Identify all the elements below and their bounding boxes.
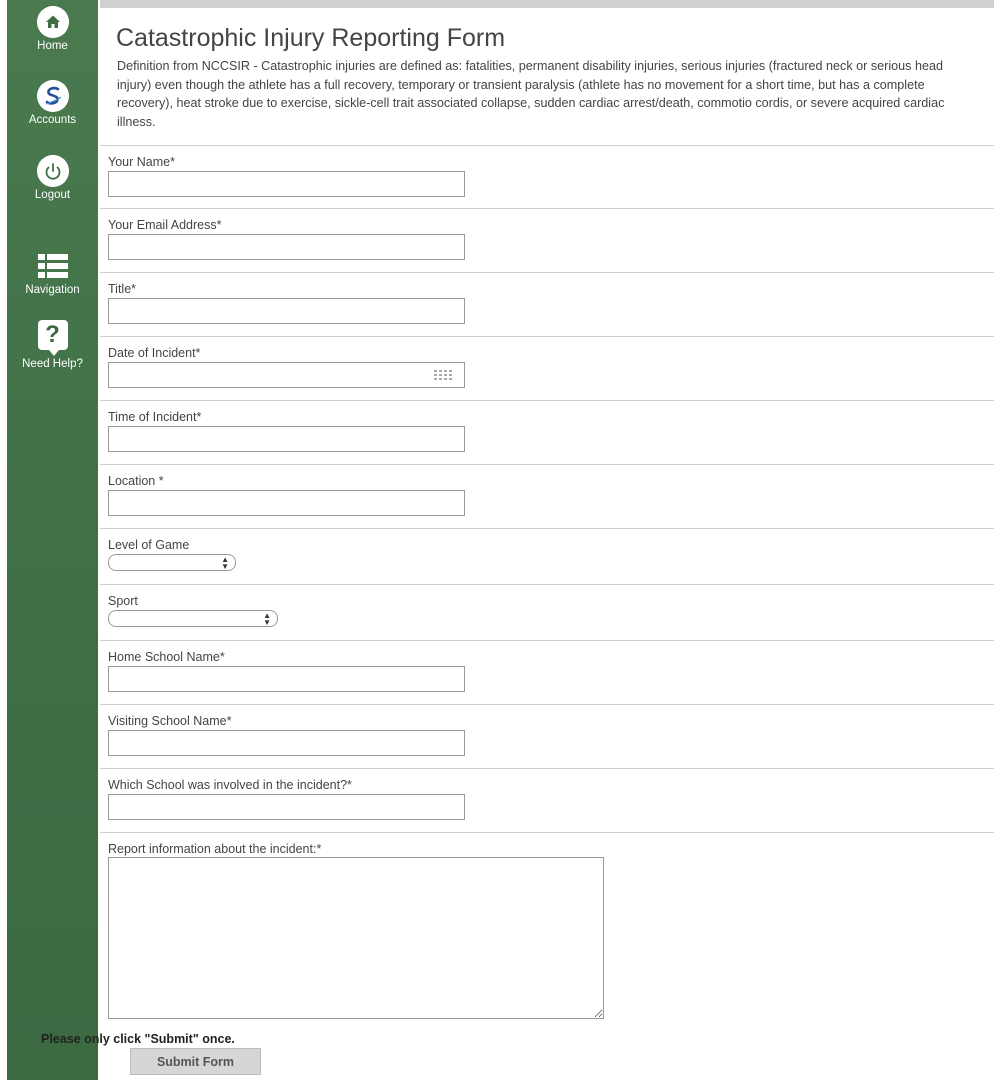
field-level-of-game: Level of Game ▲ ▼ [100, 528, 994, 584]
field-label: Sport [108, 594, 138, 608]
submit-button[interactable]: Submit Form [130, 1048, 261, 1075]
sidebar-item-label: Navigation [25, 284, 80, 296]
field-label: Your Name* [108, 155, 175, 169]
involved-school-input[interactable] [108, 794, 465, 820]
field-label: Date of Incident* [108, 346, 201, 360]
sidebar-item-label: Accounts [28, 114, 77, 126]
time-input[interactable] [108, 426, 465, 452]
field-report: Report information about the incident:* [100, 832, 994, 1032]
level-of-game-select[interactable]: ▲ ▼ [108, 554, 236, 571]
accounts-logo-icon [36, 80, 69, 112]
field-date: Date of Incident* [100, 336, 994, 400]
power-icon [36, 155, 69, 187]
sport-select[interactable]: ▲ ▼ [108, 610, 278, 627]
sidebar-item-home[interactable]: Home [7, 6, 98, 52]
field-label: Home School Name* [108, 650, 225, 664]
field-label: Visiting School Name* [108, 714, 232, 728]
field-visiting-school: Visiting School Name* [100, 704, 994, 768]
page-title: Catastrophic Injury Reporting Form [116, 24, 506, 52]
list-icon [37, 254, 68, 278]
field-home-school: Home School Name* [100, 640, 994, 704]
field-involved-school: Which School was involved in the inciden… [100, 768, 994, 832]
your-name-input[interactable] [108, 171, 465, 197]
help-icon: ? [37, 320, 68, 356]
calendar-icon[interactable] [433, 370, 455, 382]
sidebar-item-need-help[interactable]: ? Need Help? [7, 320, 98, 370]
title-input[interactable] [108, 298, 465, 324]
field-your-name: Your Name* [100, 145, 994, 208]
field-title: Title* [100, 272, 994, 336]
date-input[interactable] [108, 362, 465, 388]
field-email: Your Email Address* [100, 208, 994, 272]
submit-note: Please only click "Submit" once. [41, 1032, 235, 1046]
select-arrows-icon: ▲ ▼ [221, 555, 229, 571]
visiting-school-input[interactable] [108, 730, 465, 756]
field-label: Location * [108, 474, 164, 488]
field-label: Level of Game [108, 538, 190, 552]
sidebar-item-accounts[interactable]: Accounts [7, 80, 98, 126]
home-icon [36, 6, 69, 38]
field-label: Time of Incident* [108, 410, 202, 424]
field-location: Location * [100, 464, 994, 528]
sidebar-item-logout[interactable]: Logout [7, 155, 98, 201]
sidebar-item-label: Home [37, 40, 68, 52]
sidebar-item-label: Logout [34, 189, 71, 201]
field-label: Your Email Address* [108, 218, 222, 232]
email-input[interactable] [108, 234, 465, 260]
field-sport: Sport ▲ ▼ [100, 584, 994, 640]
definition-text: Definition from NCCSIR - Catastrophic in… [117, 59, 945, 129]
field-label: Which School was involved in the inciden… [108, 778, 352, 792]
location-input[interactable] [108, 490, 465, 516]
select-arrows-icon: ▲ ▼ [263, 611, 271, 627]
sidebar-item-label: Need Help? [22, 358, 83, 370]
report-textarea[interactable] [108, 857, 604, 1019]
field-time: Time of Incident* [100, 400, 994, 464]
field-label: Report information about the incident:* [108, 842, 322, 856]
sidebar: Home Accounts Logout Navigation ? Need H… [7, 0, 98, 1080]
sidebar-item-navigation[interactable]: Navigation [7, 252, 98, 296]
home-school-input[interactable] [108, 666, 465, 692]
top-bar [100, 0, 994, 8]
field-label: Title* [108, 282, 137, 296]
